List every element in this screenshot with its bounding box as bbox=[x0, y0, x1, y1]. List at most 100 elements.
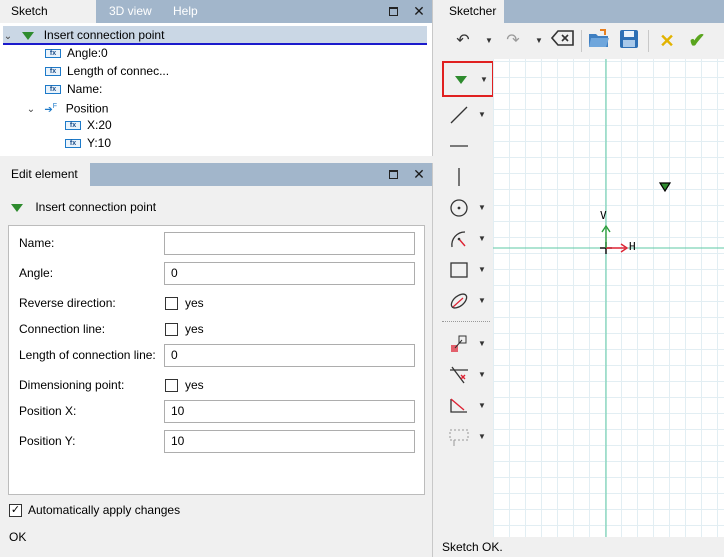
sketch-canvas[interactable]: V H bbox=[493, 59, 724, 537]
canvas-svg bbox=[493, 59, 724, 537]
tree-item-label: Name: bbox=[67, 82, 103, 96]
vertical-line-tool[interactable] bbox=[442, 162, 494, 192]
maximize-icon[interactable] bbox=[385, 3, 401, 19]
tab-sketcher[interactable]: Sketcher bbox=[438, 0, 504, 23]
tools-separator bbox=[442, 321, 490, 322]
cancel-icon[interactable]: ✕ bbox=[656, 29, 678, 53]
tree-item-name[interactable]: fx Name: bbox=[45, 80, 102, 98]
auto-apply-checkbox[interactable]: ✓ bbox=[9, 504, 22, 517]
save-icon[interactable] bbox=[618, 29, 640, 53]
position-icon: ➔F bbox=[44, 103, 58, 116]
connection-point-icon bbox=[22, 31, 35, 40]
tree-root-label: Insert connection point bbox=[43, 28, 165, 42]
ok-button[interactable]: OK bbox=[9, 530, 26, 544]
length-field[interactable]: 0 bbox=[164, 344, 415, 367]
length-label: Length of connection line: bbox=[19, 348, 156, 362]
formula-icon: fx bbox=[45, 49, 61, 59]
close-icon[interactable]: ✕ bbox=[411, 3, 427, 19]
tree-item-position[interactable]: ⌄ ➔F Position bbox=[26, 98, 109, 119]
toolbar-separator bbox=[581, 30, 582, 52]
line-tool[interactable]: ▼ bbox=[442, 100, 494, 130]
tree-item-label: Length of connec... bbox=[67, 64, 170, 78]
close-icon[interactable]: ✕ bbox=[411, 166, 427, 182]
reverse-direction-label: Reverse direction: bbox=[19, 296, 116, 310]
v-axis-label: V bbox=[600, 209, 607, 222]
angle-field[interactable]: 0 bbox=[164, 262, 415, 285]
undo-icon[interactable]: ↶ bbox=[452, 29, 474, 53]
toolbar-separator bbox=[648, 30, 649, 52]
chevron-down-icon[interactable]: ▼ bbox=[478, 432, 486, 441]
connection-point-tool[interactable]: ▼ bbox=[442, 61, 494, 97]
corner-tool[interactable]: ▼ bbox=[442, 391, 494, 421]
tab-sketch-history[interactable]: Sketch history bbox=[0, 0, 96, 41]
tree-root-item[interactable]: ⌄ Insert connection point bbox=[3, 26, 427, 44]
edit-element-panel: Edit element ✕ Insert connection point N… bbox=[0, 163, 433, 557]
tab-help[interactable]: Help bbox=[162, 0, 209, 23]
edit-heading: Insert connection point bbox=[11, 200, 156, 214]
dimensioning-point-yes: yes bbox=[185, 378, 204, 392]
redo-icon[interactable]: ↷ bbox=[502, 29, 524, 53]
tab-edit-element[interactable]: Edit element bbox=[0, 163, 90, 186]
chevron-down-icon[interactable]: ▼ bbox=[478, 401, 486, 410]
tree-item-x[interactable]: fx X:20 bbox=[65, 116, 112, 134]
dimension-point-icon bbox=[448, 333, 470, 355]
connection-point-marker[interactable] bbox=[658, 182, 672, 193]
chevron-down-icon[interactable]: ▼ bbox=[480, 75, 488, 84]
chevron-down-icon[interactable]: ▼ bbox=[478, 339, 486, 348]
name-field[interactable] bbox=[164, 232, 415, 255]
dimension-point-tool[interactable]: ▼ bbox=[442, 329, 494, 359]
undo-dropdown-icon[interactable]: ▼ bbox=[484, 29, 494, 53]
connection-line-yes: yes bbox=[185, 322, 204, 336]
angle-label: Angle: bbox=[19, 266, 54, 280]
circle-icon bbox=[448, 197, 470, 219]
chevron-down-icon[interactable]: ⌄ bbox=[26, 101, 36, 119]
tree-item-label: Angle:0 bbox=[67, 46, 108, 60]
rectangle-tool[interactable]: ▼ bbox=[442, 255, 494, 285]
circle-tool[interactable]: ▼ bbox=[442, 193, 494, 223]
position-x-field[interactable]: 10 bbox=[164, 400, 415, 423]
horizontal-line-tool[interactable] bbox=[442, 131, 494, 161]
delete-icon[interactable] bbox=[550, 29, 576, 53]
connection-point-icon bbox=[450, 69, 472, 91]
sketch-tools-bar: ▼ ▼ ▼ ▼ ▼ ▼ ▼ ▼ ▼ ▼ bbox=[438, 59, 494, 537]
tree-item-angle[interactable]: fx Angle:0 bbox=[45, 44, 108, 62]
tab-3d-view[interactable]: 3D view bbox=[98, 0, 163, 23]
chevron-down-icon[interactable]: ▼ bbox=[478, 110, 486, 119]
tree-item-y[interactable]: fx Y:10 bbox=[65, 134, 111, 152]
chevron-down-icon[interactable]: ▼ bbox=[478, 296, 486, 305]
maximize-icon[interactable] bbox=[385, 166, 401, 182]
dimensioning-point-checkbox[interactable] bbox=[165, 379, 178, 392]
rectangle-icon bbox=[448, 259, 470, 281]
formula-icon: fx bbox=[65, 139, 81, 149]
chevron-down-icon[interactable]: ▼ bbox=[478, 203, 486, 212]
dimensioning-point-label: Dimensioning point: bbox=[19, 378, 125, 392]
formula-icon: fx bbox=[45, 85, 61, 95]
formula-icon: fx bbox=[45, 67, 61, 77]
chevron-down-icon[interactable]: ▼ bbox=[478, 265, 486, 274]
ellipse-tool[interactable]: ▼ bbox=[442, 286, 494, 316]
ellipse-icon bbox=[448, 290, 470, 312]
confirm-check-icon[interactable]: ✔ bbox=[686, 29, 708, 53]
name-label: Name: bbox=[19, 236, 55, 250]
connection-line-checkbox[interactable] bbox=[165, 323, 178, 336]
connection-line-label: Connection line: bbox=[19, 322, 106, 336]
redo-dropdown-icon[interactable]: ▼ bbox=[534, 29, 544, 53]
sketch-history-panel: Sketch history 3D view Help ✕ ⌄ Insert c… bbox=[0, 0, 433, 156]
open-folder-icon[interactable] bbox=[588, 29, 610, 53]
chevron-down-icon[interactable]: ▼ bbox=[478, 370, 486, 379]
position-y-field[interactable]: 10 bbox=[164, 430, 415, 453]
reverse-direction-checkbox[interactable] bbox=[165, 297, 178, 310]
screen-select-tool[interactable]: ▼ bbox=[442, 422, 494, 452]
edit-heading-label: Insert connection point bbox=[35, 200, 157, 214]
tree-item-length[interactable]: fx Length of connec... bbox=[45, 62, 169, 80]
h-axis-label: H bbox=[629, 240, 636, 253]
arc-tool[interactable]: ▼ bbox=[442, 224, 494, 254]
vertical-line-icon bbox=[448, 166, 470, 188]
trim-tool[interactable]: ▼ bbox=[442, 360, 494, 390]
corner-icon bbox=[448, 395, 470, 417]
connection-point-icon bbox=[11, 203, 23, 212]
screen-select-icon bbox=[448, 426, 470, 448]
chevron-down-icon[interactable]: ▼ bbox=[478, 234, 486, 243]
tree-item-label: Y:10 bbox=[87, 136, 112, 150]
status-bar: Sketch OK. bbox=[438, 537, 724, 557]
